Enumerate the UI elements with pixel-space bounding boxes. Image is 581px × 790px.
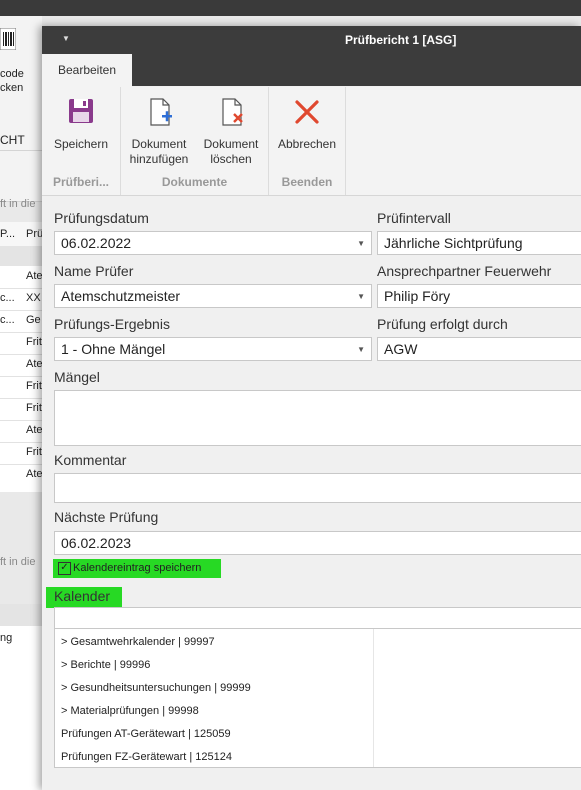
- background-bottom-text: ng: [0, 632, 13, 644]
- check-icon: ✓: [58, 562, 71, 575]
- background-search-hint: ft in die: [0, 198, 36, 210]
- speichern-label: Speichern: [53, 137, 109, 151]
- kalender-label: Kalender: [54, 588, 111, 604]
- chevron-down-icon[interactable]: ▼: [357, 233, 365, 254]
- close-icon: [295, 100, 319, 124]
- maengel-textarea[interactable]: [54, 390, 581, 446]
- dokument-hinzufuegen-label-1: Dokument: [131, 137, 187, 151]
- pruefintervall-field[interactable]: Jährliche Sichtprüfung: [377, 231, 581, 255]
- table-row[interactable]: Frit: [0, 376, 42, 399]
- kommentar-textarea[interactable]: [54, 473, 581, 503]
- background-grid-col-1: P...: [0, 228, 16, 240]
- name-pruefer-label: Name Prüfer: [54, 263, 134, 279]
- kalender-list: > Gesamtwehrkalender | 99997 > Berichte …: [54, 628, 581, 768]
- list-item[interactable]: > Berichte | 99996: [61, 659, 150, 671]
- kalendereintrag-label: Kalendereintrag speichern: [73, 562, 202, 574]
- group-label-pruefbericht: Prüfberi...: [52, 175, 109, 189]
- document-delete-icon: [222, 98, 243, 126]
- ribbon: Speichern Prüfberi... Dokument hinzufüge…: [42, 87, 581, 196]
- chevron-down-icon[interactable]: ▼: [357, 286, 365, 307]
- kalendereintrag-checkbox[interactable]: ✓ Kalendereintrag speichern: [53, 559, 221, 578]
- tab-bearbeiten[interactable]: Bearbeiten: [42, 54, 132, 87]
- dokument-hinzufuegen-button[interactable]: Dokument hinzufügen: [125, 95, 193, 167]
- background-group-row-2: [0, 604, 42, 626]
- ergebnis-label: Prüfungs-Ergebnis: [54, 316, 170, 332]
- dialog-title: Prüfbericht 1 [ASG]: [345, 33, 457, 47]
- group-label-beenden: Beenden: [281, 175, 333, 189]
- kalender-search-input[interactable]: [54, 607, 581, 629]
- naechste-pruefung-field[interactable]: 06.02.2023: [54, 531, 581, 555]
- dokument-hinzufuegen-label-2: hinzufügen: [129, 152, 189, 166]
- list-item[interactable]: Prüfungen AT-Gerätewart | 125059: [61, 728, 231, 740]
- table-row[interactable]: c... Ge: [0, 310, 42, 333]
- table-row[interactable]: Ate: [0, 266, 43, 289]
- name-pruefer-value: Atemschutzmeister: [61, 288, 181, 304]
- erfolgt-durch-label: Prüfung erfolgt durch: [377, 316, 508, 332]
- pruefungsdatum-value: 06.02.2022: [61, 235, 132, 251]
- background-titlebar: [0, 0, 581, 16]
- dialog-titlebar: ▼ Prüfbericht 1 [ASG]: [42, 26, 581, 54]
- ansprechpartner-label: Ansprechpartner Feuerwehr: [377, 263, 552, 279]
- list-item[interactable]: Prüfungen FZ-Gerätewart | 125124: [61, 751, 232, 763]
- list-divider: [373, 629, 374, 767]
- barcode-icon[interactable]: [0, 28, 16, 50]
- background-grid-header: P... Prü: [0, 222, 44, 247]
- background-ribbon-text-1: code: [0, 68, 24, 80]
- ergebnis-field[interactable]: 1 - Ohne Mängel ▼: [54, 337, 372, 361]
- chevron-down-icon[interactable]: ▼: [357, 339, 365, 360]
- background-ribbon-text-2: cken: [0, 82, 24, 94]
- table-row[interactable]: Ate: [0, 420, 43, 443]
- ribbon-group-beenden: Abbrechen Beenden: [269, 87, 346, 195]
- ansprechpartner-field[interactable]: Philip Föry: [377, 284, 581, 308]
- pruefungsdatum-field[interactable]: 06.02.2022 ▼: [54, 231, 372, 255]
- list-item[interactable]: > Gesamtwehrkalender | 99997: [61, 636, 215, 648]
- pruefintervall-value: Jährliche Sichtprüfung: [384, 235, 523, 251]
- name-pruefer-field[interactable]: Atemschutzmeister ▼: [54, 284, 372, 308]
- save-icon: [69, 99, 93, 123]
- dokument-loeschen-button[interactable]: Dokument löschen: [197, 95, 265, 167]
- table-row[interactable]: Ate: [0, 354, 43, 377]
- abbrechen-label: Abbrechen: [277, 137, 337, 151]
- background-divider: [0, 150, 42, 151]
- table-row[interactable]: Frit: [0, 332, 42, 355]
- pruefungsdatum-label: Prüfungsdatum: [54, 210, 149, 226]
- ribbon-group-pruefbericht: Speichern Prüfberi...: [42, 87, 121, 195]
- speichern-button[interactable]: Speichern: [46, 95, 116, 152]
- list-item[interactable]: > Gesundheitsuntersuchungen | 99999: [61, 682, 251, 694]
- table-row[interactable]: Ate: [0, 464, 43, 486]
- document-add-icon: [150, 98, 172, 126]
- naechste-pruefung-value: 06.02.2023: [61, 535, 132, 551]
- kommentar-label: Kommentar: [54, 452, 127, 468]
- ergebnis-value: 1 - Ohne Mängel: [61, 341, 166, 357]
- maengel-label: Mängel: [54, 369, 100, 385]
- dokument-loeschen-label-1: Dokument: [203, 137, 259, 151]
- dokument-loeschen-label-2: löschen: [210, 152, 252, 166]
- system-menu-icon[interactable]: ▼: [62, 34, 70, 43]
- table-row[interactable]: Frit: [0, 442, 42, 465]
- erfolgt-durch-value: AGW: [384, 341, 418, 357]
- naechste-pruefung-label: Nächste Prüfung: [54, 509, 159, 525]
- group-label-dokumente: Dokumente: [161, 175, 228, 189]
- background-grid-2: ng: [0, 626, 42, 790]
- background-group-row: [0, 246, 42, 266]
- abbrechen-button[interactable]: Abbrechen: [273, 95, 341, 152]
- background-grid-col-2: Prü: [26, 228, 44, 240]
- background-search-hint-2: ft in die: [0, 556, 36, 568]
- background-ribbon: code cken CHT: [0, 16, 42, 202]
- ribbon-group-dokumente: Dokument hinzufügen Dokument löschen Dok…: [121, 87, 269, 195]
- table-row[interactable]: Frit: [0, 398, 42, 421]
- pruefintervall-label: Prüfintervall: [377, 210, 451, 226]
- background-header-text: CHT: [0, 133, 25, 147]
- ansprechpartner-value: Philip Föry: [384, 288, 451, 304]
- erfolgt-durch-field[interactable]: AGW: [377, 337, 581, 361]
- list-item[interactable]: > Materialprüfungen | 99998: [61, 705, 199, 717]
- table-row[interactable]: c... XX: [0, 288, 42, 311]
- background-grid: c... XX Ate c... Ge Frit Ate Frit Frit Ate…: [0, 266, 43, 492]
